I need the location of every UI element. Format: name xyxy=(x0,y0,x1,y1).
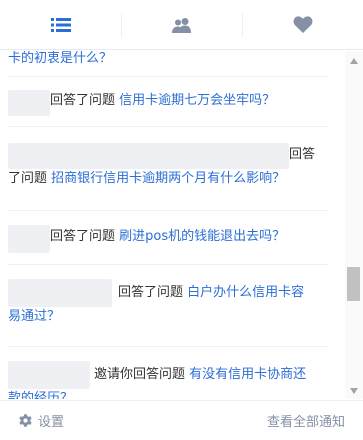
list-item[interactable]: 回答了问题 刷进pos机的钱能退出去吗？ xyxy=(8,211,328,265)
tab-likes[interactable] xyxy=(242,0,363,49)
scrollbar-thumb[interactable] xyxy=(347,267,360,301)
settings-label: 设置 xyxy=(38,415,65,430)
list-item[interactable]: 回答了问题 白户办什么信用卡容 易通过？ xyxy=(8,265,328,347)
question-link[interactable]: 卡的初衷是什么？ xyxy=(8,51,328,71)
question-link[interactable]: 易通过？ xyxy=(8,309,60,324)
list-icon xyxy=(50,17,71,32)
action-text: 了问题 xyxy=(8,171,48,186)
scrollbar[interactable] xyxy=(345,51,363,399)
notification-tabs xyxy=(0,0,363,50)
action-text: 回答了问题 xyxy=(50,229,116,244)
action-text: 回答了问题 xyxy=(50,93,116,108)
view-all-notifications-link[interactable]: 查看全部通知 xyxy=(267,411,345,430)
list-item[interactable]: 回答了问题 信用卡逾期七万会坐牢吗？ xyxy=(8,77,328,127)
question-link[interactable]: 有没有信用卡协商还 xyxy=(189,367,306,382)
question-link[interactable]: 刷进pos机的钱能退出去吗？ xyxy=(119,229,285,244)
tab-users[interactable] xyxy=(121,0,242,49)
action-text: 回答了问题 xyxy=(118,285,184,300)
question-link[interactable]: 信用卡逾期七万会坐牢吗？ xyxy=(119,93,275,108)
notification-list: 卡的初衷是什么？ 回答了问题 信用卡逾期七万会坐牢吗？ 回答 了问题 招商银行信… xyxy=(0,51,345,399)
list-item[interactable]: 邀请你回答问题 有没有信用卡协商还 款的经历？ xyxy=(8,347,328,399)
question-link[interactable]: 款的经历？ xyxy=(8,391,73,399)
list-item[interactable]: 卡的初衷是什么？ xyxy=(8,51,328,77)
heart-icon xyxy=(293,15,312,33)
scroll-up-icon[interactable] xyxy=(350,58,358,64)
users-icon xyxy=(171,17,191,33)
scroll-down-icon[interactable] xyxy=(350,388,358,394)
settings-button[interactable]: 设置 xyxy=(18,411,64,430)
tab-all[interactable] xyxy=(0,0,121,49)
action-text: 回答 xyxy=(289,147,316,162)
list-item[interactable]: 回答 了问题 招商银行信用卡逾期两个月有什么影响？ xyxy=(8,127,328,211)
question-link[interactable]: 招商银行信用卡逾期两个月有什么影响？ xyxy=(51,171,285,186)
gear-icon xyxy=(19,414,32,427)
question-link[interactable]: 白户办什么信用卡容 xyxy=(187,285,304,300)
notification-footer: 设置 查看全部通知 xyxy=(0,400,363,440)
action-text: 邀请你回答问题 xyxy=(94,367,186,382)
